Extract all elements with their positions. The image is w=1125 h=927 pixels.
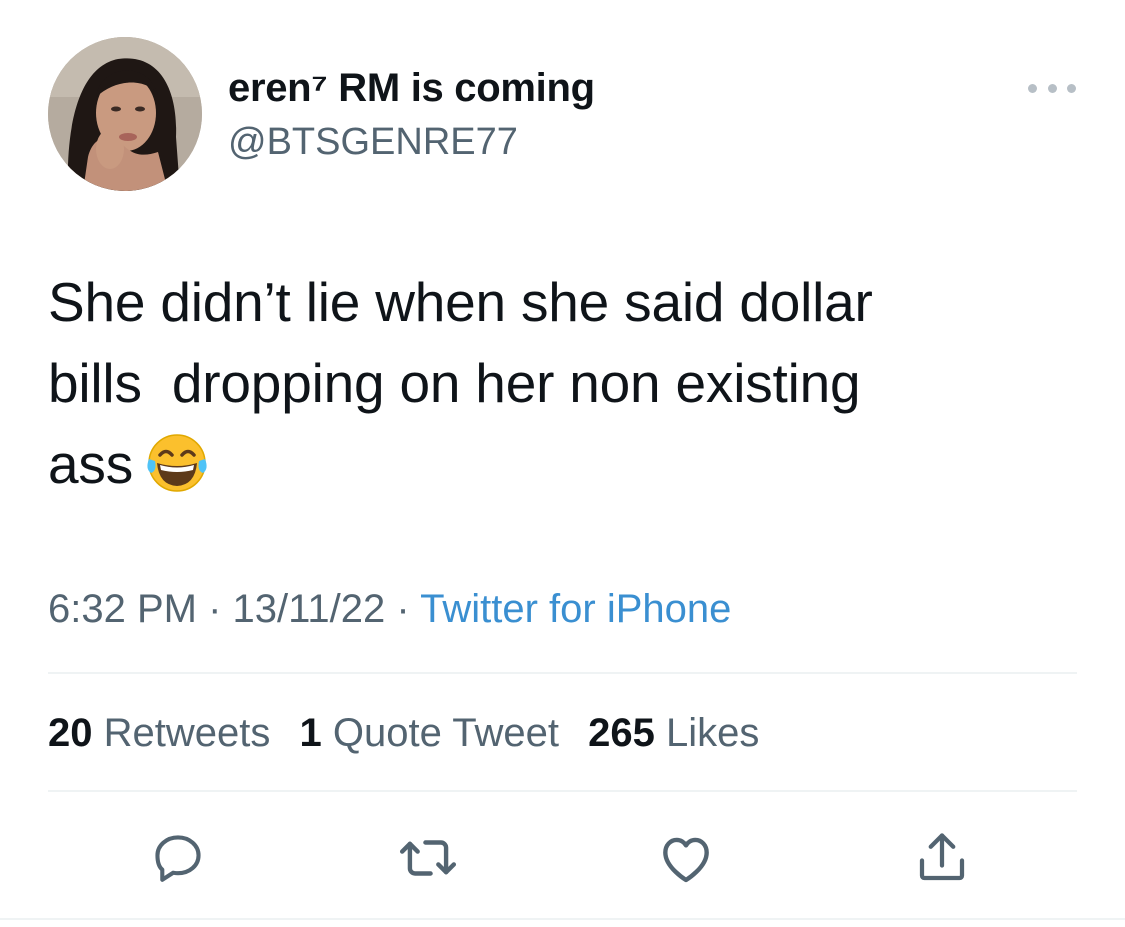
share-icon[interactable] [910, 828, 974, 888]
tweet-date[interactable]: 13/11/22 [233, 587, 386, 631]
likes-stat[interactable]: 265 Likes [588, 711, 759, 755]
bottom-divider [0, 918, 1125, 920]
retweet-icon[interactable] [396, 828, 460, 888]
tweet-text-line-3: ass [48, 424, 1068, 505]
tweet-time[interactable]: 6:32 PM [48, 587, 197, 631]
avatar[interactable] [48, 37, 202, 191]
tweet-text-line-2: bills dropping on her non existing [48, 352, 861, 414]
meta-separator: · [208, 587, 222, 631]
divider [48, 672, 1077, 674]
quote-tweets-stat[interactable]: 1 Quote Tweet [300, 711, 559, 755]
tweet-text-line-1: She didn’t lie when she said dollar [48, 271, 873, 333]
retweets-count: 20 [48, 711, 93, 755]
user-handle[interactable]: @BTSGENRE77 [228, 119, 518, 165]
quotes-label: Quote Tweet [332, 711, 559, 755]
more-options-icon[interactable] [1028, 76, 1076, 100]
tweet-text: She didn’t lie when she said dollar bill… [48, 262, 1068, 505]
likes-count: 265 [588, 711, 655, 755]
tweet-stats: 20 Retweets 1 Quote Tweet 265 Likes [48, 708, 777, 758]
quotes-count: 1 [299, 711, 322, 755]
face-with-tears-of-joy-icon [143, 429, 211, 497]
meta-separator: · [396, 587, 410, 631]
divider [48, 790, 1077, 792]
retweets-label: Retweets [103, 711, 271, 755]
reply-icon[interactable] [146, 828, 210, 888]
retweets-stat[interactable]: 20 Retweets [48, 711, 270, 755]
avatar-image [48, 37, 202, 191]
likes-label: Likes [665, 711, 760, 755]
tweet-text-line-3-text: ass [48, 433, 133, 495]
tweet-meta: 6:32 PM · 13/11/22 · Twitter for iPhone [48, 584, 731, 634]
tweet-source-link[interactable]: Twitter for iPhone [420, 587, 731, 631]
display-name[interactable]: eren⁷ RM is coming [228, 64, 595, 112]
like-icon[interactable] [654, 828, 718, 888]
